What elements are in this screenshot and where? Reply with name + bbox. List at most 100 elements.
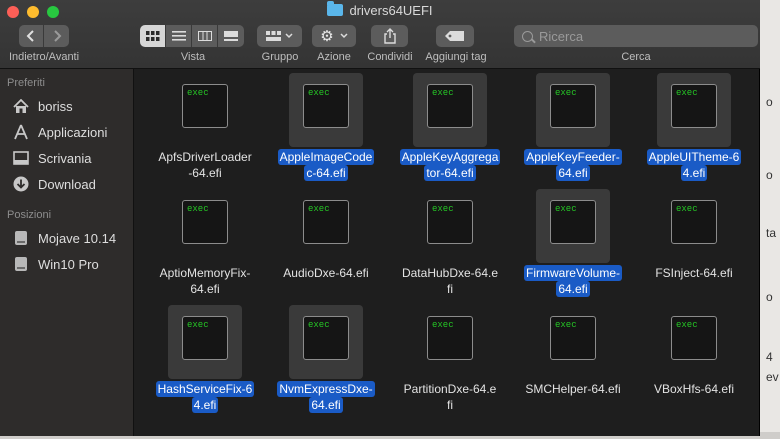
group-label: Gruppo (261, 51, 299, 63)
exec-file-icon: exec (413, 189, 487, 263)
file-name: NvmExpressDxe- (277, 381, 375, 397)
search-field[interactable]: Ricerca (514, 25, 758, 47)
toolbar: drivers64UEFI Indietro/Avanti Vista Grup… (0, 0, 760, 69)
sidebar-item-download[interactable]: Download (12, 174, 96, 194)
exec-file-icon: exec (413, 73, 487, 147)
tag-icon (445, 31, 464, 41)
file-name: 64.efi (556, 165, 590, 181)
sidebar-item-applicazioni[interactable]: Applicazioni (12, 122, 107, 142)
file-name: VBoxHfs-64.efi (653, 382, 735, 396)
tags-button[interactable] (436, 25, 474, 47)
file-name: PartitionDxe-64.e (403, 382, 497, 396)
search-label: Cerca (621, 51, 651, 63)
icon-view-icon[interactable] (140, 25, 166, 47)
download-icon (12, 175, 30, 193)
sidebar-item-label: boriss (38, 98, 73, 114)
list-view-icon[interactable] (166, 25, 192, 47)
file-name: fi (447, 398, 453, 412)
chevron-left-icon[interactable] (19, 25, 44, 47)
gear-icon: ⚙ (320, 28, 334, 45)
locations-header: Posizioni (7, 209, 52, 221)
file-name: SMCHelper-64.efi (525, 382, 621, 396)
share-icon (383, 28, 396, 44)
file-name: AppleKeyAggrega (399, 149, 501, 165)
background-text: 4 (766, 350, 773, 364)
search-placeholder: Ricerca (539, 28, 584, 44)
sidebar-item-label: Download (38, 176, 96, 192)
file-name: HashServiceFix-6 (155, 381, 255, 397)
share-button[interactable] (371, 25, 408, 47)
disk-icon (12, 229, 30, 247)
file-name: 64.efi (309, 397, 343, 413)
gallery-view-icon[interactable] (218, 25, 244, 47)
file-name: AptioMemoryFix- (159, 266, 251, 280)
exec-file-icon: exec (657, 305, 731, 379)
background-window: o o ta o 4 ev (760, 0, 780, 439)
background-text: o (766, 290, 773, 304)
sidebar-item-label: Applicazioni (38, 124, 108, 140)
background-text: ta (766, 226, 777, 240)
exec-file-icon: exec (536, 189, 610, 263)
window-title: drivers64UEFI (0, 1, 760, 18)
nav-buttons (19, 25, 69, 47)
search-icon (522, 30, 533, 42)
chevron-right-icon[interactable] (44, 25, 69, 47)
tags-label: Aggiungi tag (425, 51, 487, 63)
sidebar-item-label: Mojave 10.14 (38, 230, 117, 246)
exec-file-icon: exec (168, 73, 242, 147)
exec-file-icon: exec (413, 305, 487, 379)
file-name: 4.efi (191, 397, 219, 413)
file-name: 4.efi (680, 165, 708, 181)
window-title-text: drivers64UEFI (349, 3, 433, 18)
finder-window: drivers64UEFI Indietro/Avanti Vista Grup… (0, 0, 760, 436)
view-label: Vista (180, 51, 206, 63)
file-name: AppleImageCode (277, 149, 375, 165)
exec-file-icon: exec (289, 189, 363, 263)
exec-file-icon: exec (168, 189, 242, 263)
sidebar-item-boriss[interactable]: boriss (12, 96, 73, 116)
exec-file-icon: exec (168, 305, 242, 379)
file-name: 64.efi (556, 281, 590, 297)
nav-label: Indietro/Avanti (8, 51, 80, 63)
file-name: -64.efi (188, 166, 222, 180)
file-name: FSInject-64.efi (655, 266, 733, 280)
sidebar: Preferiti boriss Applicazioni Scrivania … (0, 69, 134, 436)
sidebar-item-mojave[interactable]: Mojave 10.14 (12, 228, 116, 248)
background-text: o (766, 168, 773, 182)
file-name: DataHubDxe-64.e (401, 266, 499, 280)
favorites-header: Preferiti (7, 77, 45, 89)
background-text: ev (766, 370, 779, 384)
file-name: AppleUITheme-6 (646, 149, 742, 165)
action-label: Azione (317, 51, 351, 63)
desktop-icon (12, 149, 30, 167)
file-name: AppleKeyFeeder- (524, 149, 622, 165)
file-name: tor-64.efi (424, 165, 476, 181)
file-name: fi (447, 282, 453, 296)
sidebar-item-label: Scrivania (38, 150, 92, 166)
file-name: AudioDxe-64.efi (283, 266, 369, 280)
file-name: ApfsDriverLoader (158, 150, 252, 164)
file-name: 64.efi (190, 282, 220, 296)
file-name: c-64.efi (304, 165, 348, 181)
background-text: o (766, 95, 773, 109)
action-button[interactable]: ⚙ (312, 25, 356, 47)
exec-file-icon: exec (657, 189, 731, 263)
applications-icon (12, 123, 30, 141)
view-switcher (140, 25, 244, 47)
folder-icon (327, 1, 344, 16)
exec-file-icon: exec (536, 305, 610, 379)
exec-file-icon: exec (657, 73, 731, 147)
file-grid: exec ApfsDriverLoader -64.efi exec AppleI… (134, 69, 759, 436)
sidebar-item-label: Win10 Pro (38, 256, 99, 272)
disk-icon (12, 255, 30, 273)
sidebar-item-win10[interactable]: Win10 Pro (12, 254, 99, 274)
sidebar-item-scrivania[interactable]: Scrivania (12, 148, 91, 168)
file-name: FirmwareVolume- (523, 265, 623, 281)
column-view-icon[interactable] (192, 25, 218, 47)
exec-file-icon: exec (289, 73, 363, 147)
exec-file-icon: exec (536, 73, 610, 147)
share-label: Condividi (367, 51, 413, 63)
exec-file-icon: exec (289, 305, 363, 379)
home-icon (12, 97, 30, 115)
group-button[interactable] (257, 25, 302, 47)
